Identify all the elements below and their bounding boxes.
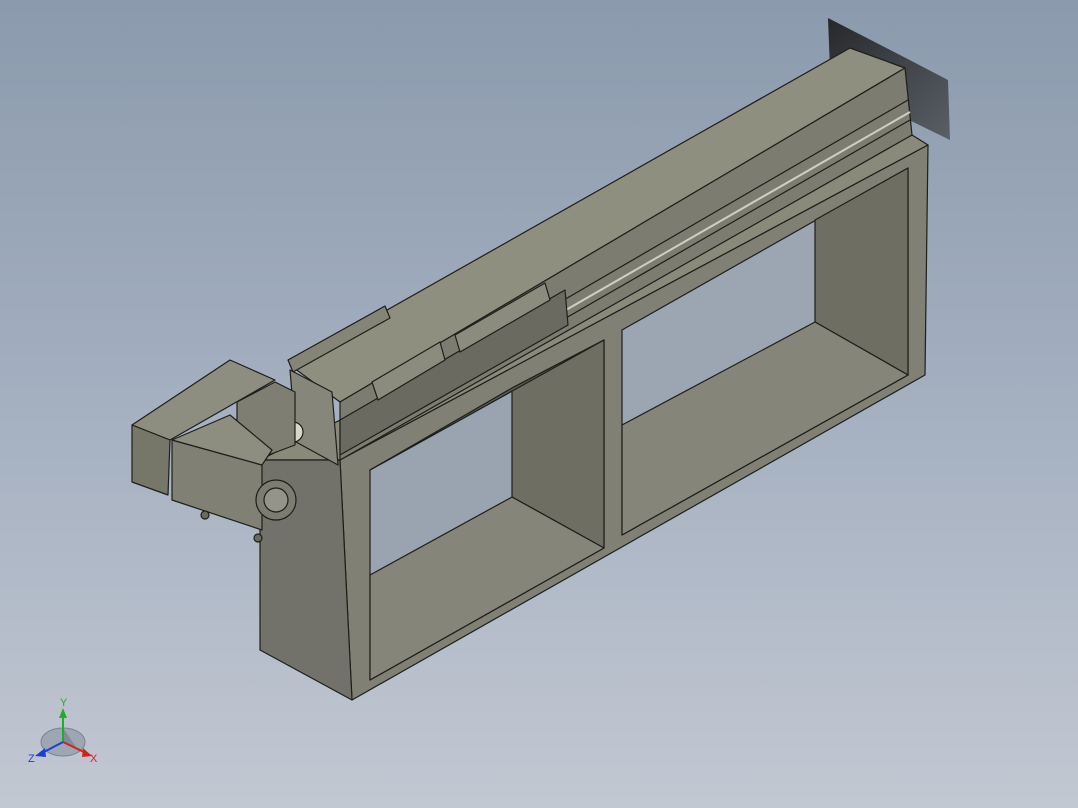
x-axis-label: X (90, 753, 98, 765)
cad-viewport[interactable] (0, 0, 1078, 808)
linear-module-assembly[interactable] (131, 18, 950, 701)
motor-end-cap-inner (263, 487, 289, 513)
z-axis-label: Z (28, 753, 35, 765)
z-axis-arrow (35, 748, 46, 757)
connector-1 (200, 510, 210, 520)
y-axis-label: Y (60, 697, 68, 709)
y-axis-arrow (59, 708, 67, 718)
connector-2 (253, 533, 263, 543)
axis-triad[interactable]: Y X Z (20, 690, 110, 780)
